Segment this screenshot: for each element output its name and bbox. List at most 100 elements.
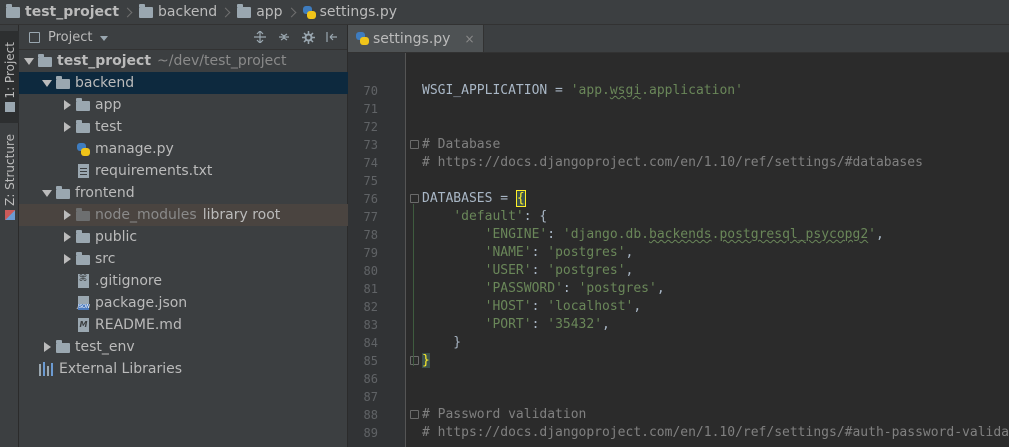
close-tab-icon[interactable]: × (464, 32, 474, 46)
tree-item-backend[interactable]: backend (19, 72, 348, 94)
project-view-icon (29, 31, 40, 43)
collapse-all-icon[interactable] (277, 30, 291, 44)
code-line[interactable]: 77 'default': { (348, 208, 1009, 226)
tree-item-label: app (95, 97, 122, 113)
python-file-icon (75, 142, 91, 156)
tree-item-app[interactable]: app (19, 94, 348, 116)
fold-marker-icon[interactable] (410, 356, 419, 365)
expand-arrow-icon[interactable] (21, 53, 37, 69)
editor-tab-settings[interactable]: settings.py × (348, 25, 484, 52)
dropdown-arrow-icon[interactable] (100, 35, 109, 41)
tree-item-requirements[interactable]: requirements.txt (19, 160, 348, 182)
collapsed-arrow-icon[interactable] (59, 119, 75, 135)
tree-item-src[interactable]: src (19, 248, 348, 270)
collapsed-arrow-icon[interactable] (59, 97, 75, 113)
editor-tab-bar: settings.py × (348, 25, 1009, 53)
code-line[interactable]: 74 # https://docs.djangoproject.com/en/1.… (348, 154, 1009, 172)
line-number: 82 (363, 300, 378, 314)
project-view-selector[interactable]: Project (48, 30, 92, 45)
chevron-right-icon (122, 7, 133, 17)
folder-icon (75, 120, 91, 134)
code-text: 'HOST': 'localhost', (484, 299, 642, 314)
tree-item-gitignore[interactable]: .gitignore (19, 270, 348, 292)
tree-item-package-json[interactable]: package.json (19, 292, 348, 314)
breadcrumb-item-project[interactable]: test_project (6, 3, 119, 20)
tree-item-label: package.json (95, 295, 188, 311)
breadcrumb-item-settings[interactable]: settings.py (302, 4, 398, 20)
hide-panel-icon[interactable] (325, 30, 339, 44)
fold-marker-icon[interactable] (410, 140, 419, 149)
collapsed-arrow-icon[interactable] (39, 339, 55, 355)
code-area[interactable]: 70 WSGI_APPLICATION = 'app.wsgi.applicati… (348, 53, 1009, 447)
code-line[interactable]: 87 (348, 388, 1009, 406)
tree-item-external-libraries[interactable]: External Libraries (19, 358, 348, 380)
tree-item-manage-py[interactable]: manage.py (19, 138, 348, 160)
tree-item-label: test_env (75, 339, 135, 355)
tree-item-label: node_modules (95, 207, 197, 223)
folder-icon (75, 230, 91, 244)
code-text: 'ENGINE': 'django.db.backends.postgresql… (484, 227, 884, 242)
code-line[interactable]: 85} (348, 352, 1009, 370)
code-line[interactable]: 80 'USER': 'postgres', (348, 262, 1009, 280)
tree-item-frontend[interactable]: frontend (19, 182, 348, 204)
collapsed-arrow-icon[interactable] (59, 207, 75, 223)
fold-marker-icon[interactable] (410, 410, 419, 419)
chevron-right-icon (286, 7, 297, 17)
python-file-icon (302, 5, 316, 19)
tree-item-label: src (95, 251, 116, 267)
expand-arrow-icon[interactable] (39, 185, 55, 201)
project-tool-tab[interactable]: 1: Project (0, 31, 19, 123)
tree-item-label: test (95, 119, 122, 135)
folder-icon (237, 3, 252, 18)
collapsed-arrow-icon[interactable] (59, 251, 75, 267)
scroll-from-source-icon[interactable] (253, 30, 267, 44)
code-text: } (422, 335, 462, 350)
line-number: 74 (363, 156, 378, 170)
line-number: 89 (363, 426, 378, 440)
code-line[interactable]: 86 (348, 370, 1009, 388)
expand-arrow-icon[interactable] (39, 75, 55, 91)
code-line[interactable]: 72 (348, 118, 1009, 136)
fold-marker-icon[interactable] (410, 194, 419, 203)
project-panel: Project test_project ~/dev/test_project (19, 25, 348, 447)
collapsed-arrow-icon[interactable] (59, 229, 75, 245)
tree-item-test[interactable]: test (19, 116, 348, 138)
breadcrumb-item-backend[interactable]: backend (139, 3, 217, 20)
json-file-icon (75, 296, 91, 310)
code-line[interactable]: 83 'PORT': '35432', (348, 316, 1009, 334)
line-number: 79 (363, 246, 378, 260)
code-line[interactable]: 88 # Password validation (348, 406, 1009, 424)
code-line[interactable]: 81 'PASSWORD': 'postgres', (348, 280, 1009, 298)
line-number: 73 (363, 138, 378, 152)
code-text: 'PASSWORD': 'postgres', (484, 281, 665, 296)
code-line[interactable]: 73 # Database (348, 136, 1009, 154)
project-panel-header: Project (19, 25, 347, 50)
code-line[interactable]: 82 'HOST': 'localhost', (348, 298, 1009, 316)
folder-icon (75, 252, 91, 266)
breadcrumb-label: settings.py (319, 4, 398, 20)
code-line[interactable]: 70 WSGI_APPLICATION = 'app.wsgi.applicati… (348, 82, 1009, 100)
tree-item-test-project[interactable]: test_project ~/dev/test_project (19, 50, 348, 72)
structure-tool-tab[interactable]: Z: Structure (0, 129, 19, 225)
code-text: } (422, 353, 430, 368)
code-line[interactable]: 75 (348, 172, 1009, 190)
markdown-file-icon (75, 318, 91, 332)
tree-item-public[interactable]: public (19, 226, 348, 248)
code-line[interactable]: 76 DATABASES = { (348, 190, 1009, 208)
code-text: WSGI_APPLICATION = 'app.wsgi.application… (422, 83, 743, 98)
tree-item-readme[interactable]: README.md (19, 314, 348, 336)
line-number: 76 (363, 192, 378, 206)
code-line[interactable]: 71 (348, 100, 1009, 118)
tree-item-test-env[interactable]: test_env (19, 336, 348, 358)
gear-icon[interactable] (301, 30, 315, 44)
code-line[interactable]: 78 'ENGINE': 'django.db.backends.postgre… (348, 226, 1009, 244)
tree-item-node-modules[interactable]: node_modules library root (19, 204, 348, 226)
code-line[interactable]: 84 } (348, 334, 1009, 352)
tree-item-label: test_project (57, 53, 152, 69)
breadcrumb-item-app[interactable]: app (237, 3, 283, 20)
tree-item-label: frontend (75, 185, 135, 201)
code-line[interactable]: 89 # https://docs.djangoproject.com/en/1.… (348, 424, 1009, 442)
python-file-icon (356, 32, 369, 45)
line-number: 70 (363, 84, 378, 98)
code-line[interactable]: 79 'NAME': 'postgres', (348, 244, 1009, 262)
